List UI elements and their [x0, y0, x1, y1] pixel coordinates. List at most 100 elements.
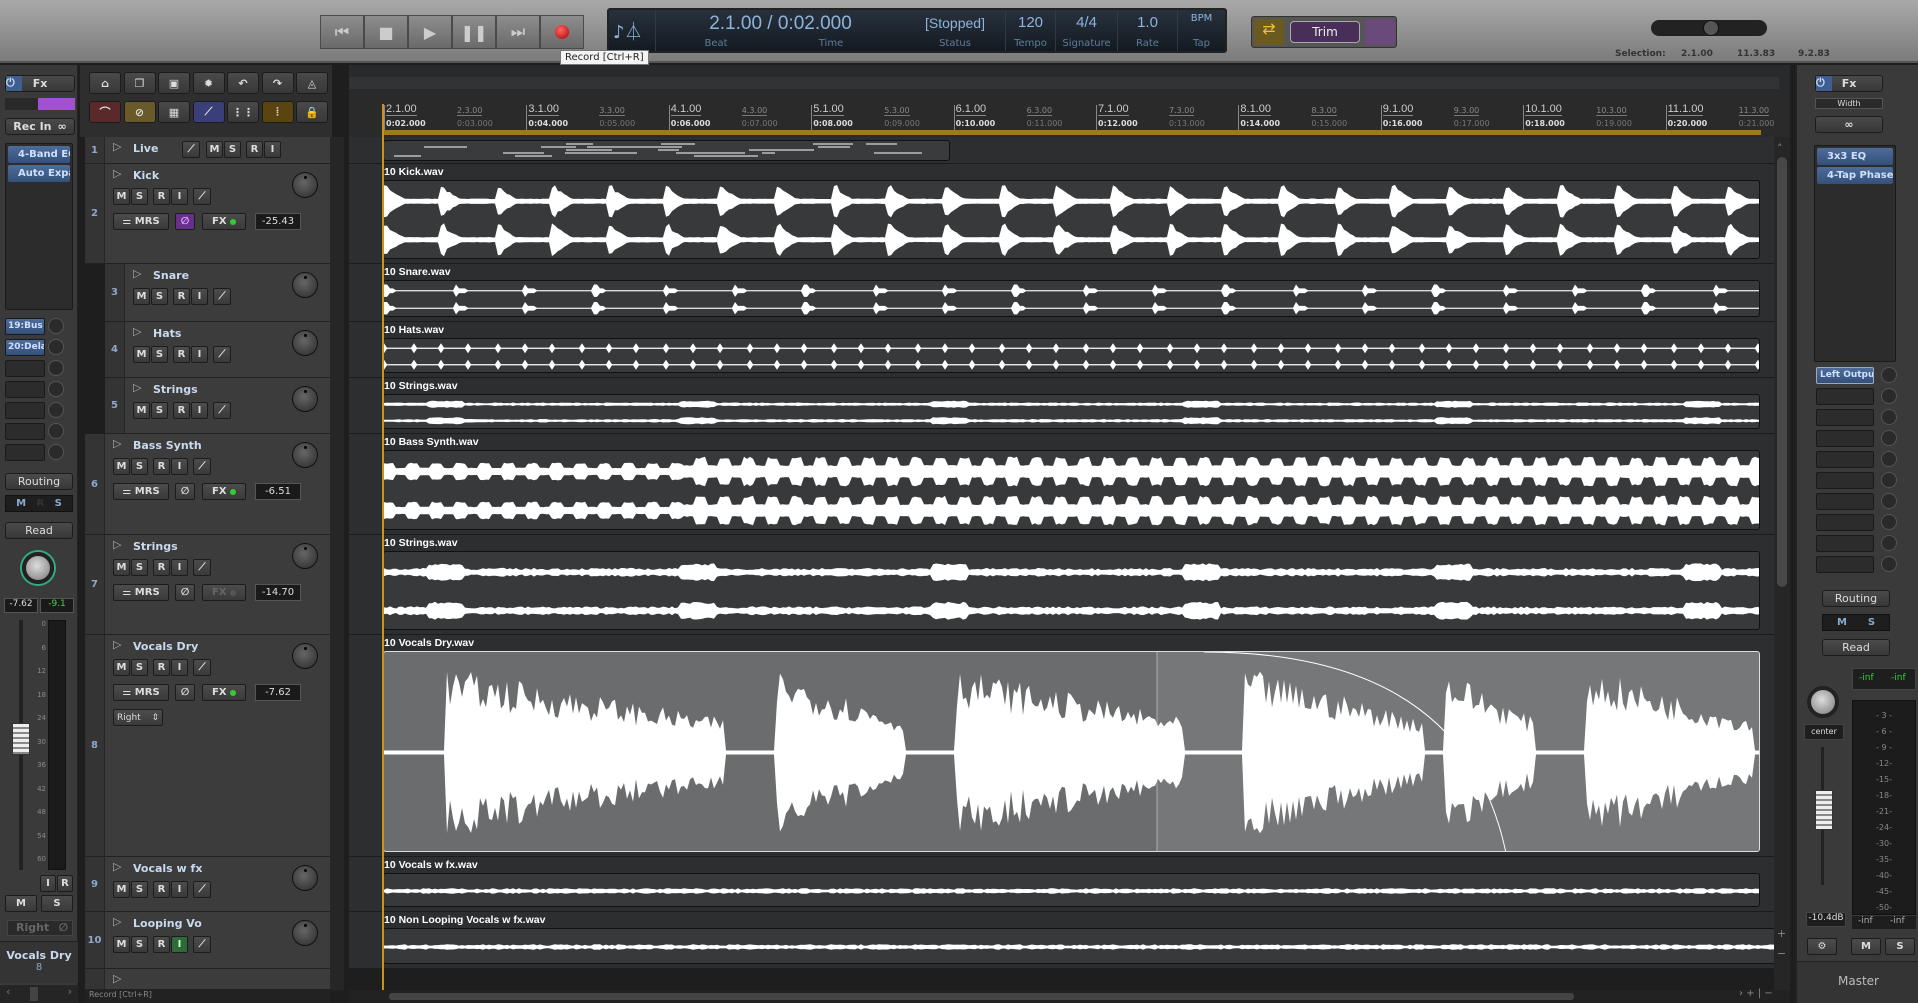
input-monitor-button[interactable]: I	[191, 346, 208, 363]
pan-knob[interactable]	[292, 442, 318, 468]
track-volume[interactable]: -25.43	[255, 213, 301, 230]
master-fx-button[interactable]: ⏻ Fx	[1815, 75, 1883, 92]
power-icon[interactable]: ⏻	[6, 76, 22, 91]
solo-button[interactable]: S	[151, 402, 168, 419]
automation-button[interactable]: ⟋	[193, 659, 211, 676]
home-button[interactable]: ⌂	[89, 72, 121, 94]
output-level-knob[interactable]	[1881, 367, 1897, 383]
input-monitor-button[interactable]: I	[171, 458, 188, 475]
send-level-knob[interactable]	[48, 423, 64, 439]
audio-clip[interactable]	[383, 338, 1760, 373]
track-header[interactable]: 8 ▷ Vocals Dry M S R I ⟋ ⚌ MRS ∅ FX -7.62 R…	[85, 635, 330, 857]
arrange-hscrollbar[interactable]: › + | −	[349, 988, 1790, 1003]
vscroll-thumb[interactable]	[1777, 157, 1787, 587]
position-readout[interactable]: 2.1.00 / 0:02.000	[656, 13, 905, 35]
zoom-h-controls[interactable]: › + | −	[1739, 988, 1773, 999]
track-name[interactable]: Vocals Dry	[133, 640, 198, 653]
output-slot[interactable]: Left Output	[1816, 367, 1874, 384]
send-slot[interactable]	[5, 423, 45, 440]
output-level-knob[interactable]	[1881, 409, 1897, 425]
loop-region[interactable]	[383, 130, 1761, 135]
solo-button[interactable]: S	[41, 895, 73, 912]
expand-icon[interactable]: ▷	[113, 437, 121, 450]
send-slot[interactable]: 20:Delay	[5, 339, 45, 356]
pan-knob[interactable]	[292, 920, 318, 946]
automation-button[interactable]: ⟋	[193, 881, 211, 898]
loop-toggle[interactable]: ⇄	[1254, 19, 1284, 45]
solo-button[interactable]: S	[131, 881, 148, 898]
track-header[interactable]: 6 ▷ Bass Synth M S R I ⟋ ⚌ MRS ∅ FX -6.51	[85, 434, 330, 535]
midi-clip[interactable]	[383, 140, 950, 161]
mute-button[interactable]: M	[133, 402, 150, 419]
arrange-vscrollbar[interactable]: ˄ + −	[1774, 137, 1790, 990]
record-arm-button[interactable]: R	[173, 402, 190, 419]
input-monitor-button[interactable]: I	[171, 659, 188, 676]
timeline-ruler[interactable]: 2.1.00 0:02.000 3.1.00 0:04.000 4.1.00 0:06.0…	[349, 97, 1790, 137]
power-icon[interactable]: ⏻	[1816, 76, 1832, 91]
solo-button[interactable]: S	[151, 288, 168, 305]
audio-clip[interactable]	[383, 180, 1760, 259]
phase-invert-button[interactable]: ∅	[175, 483, 195, 500]
record-arm-button[interactable]: R	[153, 188, 170, 205]
tap-tempo-button[interactable]: BPM Tap	[1177, 10, 1225, 51]
input-monitor-button[interactable]: I	[171, 559, 188, 576]
output-slot[interactable]	[1816, 493, 1874, 510]
audio-clip[interactable]	[383, 450, 1760, 530]
playhead[interactable]	[382, 104, 384, 990]
marker-lane[interactable]	[349, 77, 1779, 89]
audio-clip[interactable]	[383, 651, 1760, 852]
stop-button[interactable]: ■	[364, 15, 408, 49]
mute-button[interactable]: M	[113, 559, 130, 576]
master-mute-button[interactable]: M	[1851, 938, 1881, 955]
output-slot[interactable]	[1816, 472, 1874, 489]
send-level-knob[interactable]	[48, 444, 64, 460]
output-level-knob[interactable]	[1881, 535, 1897, 551]
track-volume[interactable]: -7.62	[255, 684, 301, 701]
master-volume-fader[interactable]	[1815, 790, 1833, 830]
automation-button[interactable]: ⟋	[193, 188, 211, 205]
track-name[interactable]: Hats	[153, 327, 181, 340]
output-slot[interactable]	[1816, 409, 1874, 426]
mute-button[interactable]: M	[206, 141, 223, 158]
volume-fader[interactable]	[12, 723, 30, 755]
record-arm-button[interactable]: R	[153, 458, 170, 475]
pan-mode-select[interactable]: Right ⇕	[113, 709, 163, 726]
metronome-button[interactable]: ◬	[296, 72, 328, 94]
audio-clip[interactable]	[383, 928, 1778, 964]
mute-button[interactable]: M	[113, 936, 130, 953]
play-button[interactable]: ▶	[408, 15, 452, 49]
copy-button[interactable]: ❐	[123, 72, 156, 94]
mute-button[interactable]: M	[5, 895, 37, 912]
zoom-slider[interactable]	[1651, 20, 1767, 36]
expand-icon[interactable]: ▷	[113, 538, 121, 551]
envelope-button[interactable]: ⟋	[192, 101, 225, 123]
send-slot[interactable]	[5, 381, 45, 398]
output-level-knob[interactable]	[1881, 514, 1897, 530]
pan-knob[interactable]	[292, 272, 318, 298]
pan-knob[interactable]	[292, 330, 318, 356]
metronome-icon[interactable]: ♪⏃	[613, 18, 643, 44]
mixer-mrs-button[interactable]: ⚌ MRS	[113, 584, 169, 601]
zoom-out-v-icon[interactable]: −	[1777, 947, 1786, 960]
pan-knob[interactable]	[22, 552, 54, 584]
inspector-scrollbar[interactable]: ‹ ›	[0, 985, 78, 1003]
input-monitor-button[interactable]: I	[40, 875, 56, 892]
solo-button[interactable]: S	[131, 936, 148, 953]
audio-clip[interactable]	[383, 280, 1760, 317]
pan-knob[interactable]	[292, 643, 318, 669]
master-automation-button[interactable]: Read	[1822, 639, 1890, 656]
automation-button[interactable]: ⟋	[182, 141, 200, 158]
solo-button[interactable]: S	[131, 188, 148, 205]
output-slot[interactable]	[1816, 514, 1874, 531]
send-level-knob[interactable]	[48, 339, 64, 355]
audio-clip[interactable]	[383, 873, 1760, 907]
record-arm-button[interactable]: R	[153, 936, 170, 953]
zoom-slider-thumb[interactable]	[1703, 20, 1719, 36]
automation-mode-button[interactable]: Read	[5, 522, 73, 539]
mute-button[interactable]: M	[113, 659, 130, 676]
pause-button[interactable]: ❚❚	[452, 15, 496, 49]
automation-button[interactable]: ⟋	[193, 559, 211, 576]
record-arm-button[interactable]: R	[153, 559, 170, 576]
expand-icon[interactable]: ▷	[113, 915, 121, 928]
output-level-knob[interactable]	[1881, 556, 1897, 572]
